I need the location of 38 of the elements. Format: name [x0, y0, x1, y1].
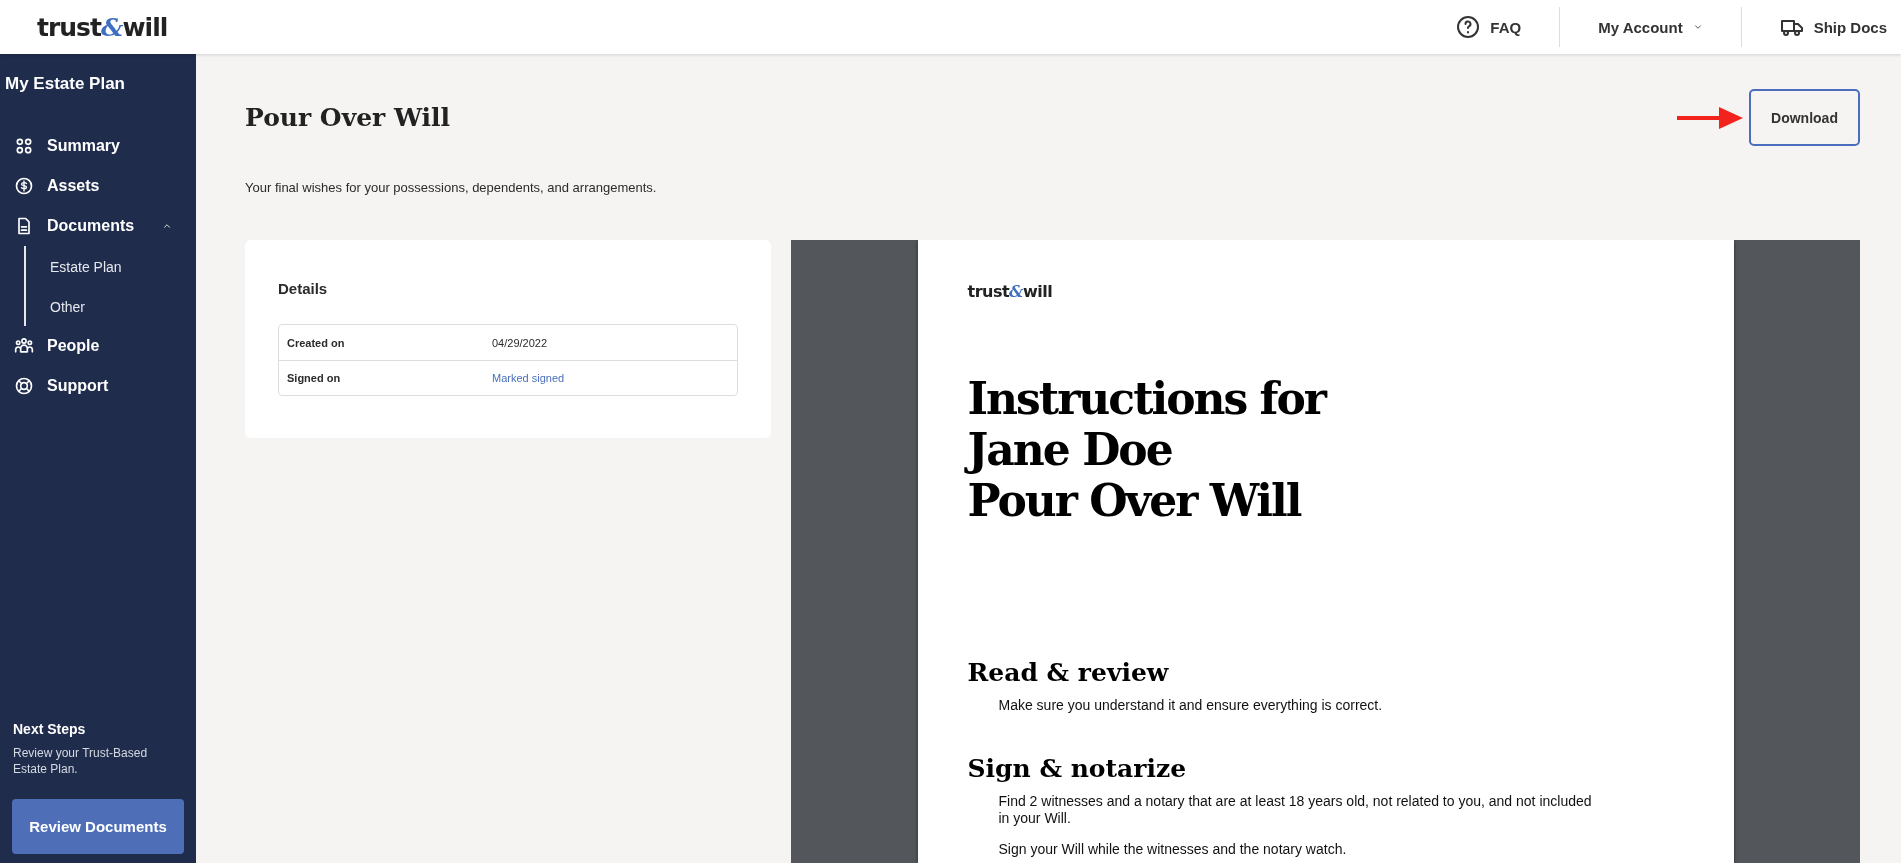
pointer-arrow	[1677, 106, 1743, 129]
sidebar-item[interactable]: Summary	[0, 126, 196, 166]
section-title: Read & review	[967, 658, 1170, 687]
sidebar-item[interactable]: Documents	[0, 206, 196, 246]
download-button[interactable]: Download	[1749, 89, 1860, 146]
sidebar-item[interactable]: People	[0, 326, 196, 366]
sidebar-subitem[interactable]: Estate Plan	[26, 246, 128, 286]
support-icon	[14, 376, 34, 396]
account-menu[interactable]: My Account	[1560, 7, 1741, 47]
section-text: Make sure you understand it and ensure everything is correct.	[998, 697, 1384, 714]
sidebar-item[interactable]: Assets	[0, 166, 196, 206]
faq-link[interactable]: FAQ	[1418, 7, 1560, 47]
page-description: Your final wishes for your possessions, dependents, and arrangements.	[245, 180, 658, 195]
next-steps-title: Next Steps	[12, 721, 87, 737]
section-text: Sign your Will while the witnesses and the notary watch.	[998, 841, 1348, 858]
section-title: Sign & notarize	[967, 754, 1188, 783]
sidebar-item[interactable]: Support	[0, 366, 196, 406]
sidebar-subitem[interactable]: Other	[26, 286, 91, 326]
dollar-icon	[14, 176, 34, 196]
people-icon	[14, 336, 34, 356]
review-documents-button[interactable]: Review Documents	[12, 799, 184, 854]
grid-icon	[14, 136, 34, 156]
next-steps-text: Review your Trust-Based Estate Plan.	[12, 745, 149, 777]
sidebar-title: My Estate Plan	[4, 73, 126, 95]
document-logo: trust&will	[967, 282, 1054, 301]
row-label: Signed on	[287, 372, 342, 384]
chevron-down-icon	[1692, 22, 1703, 32]
card-title: Details	[278, 280, 329, 297]
row-value: 04/29/2022	[492, 336, 548, 349]
section-text: Find 2 witnesses and a notary that are at least 18 years old, not related to you, and not included in your Will.	[998, 793, 1593, 827]
signed-link[interactable]: Marked signed	[492, 372, 565, 384]
document-heading: Pour Over Will	[967, 475, 1301, 526]
row-label: Created on	[287, 336, 346, 349]
page-title: Pour Over Will	[245, 103, 451, 132]
help-icon	[1456, 15, 1481, 39]
ship-docs-link[interactable]: Ship Docs	[1741, 7, 1901, 47]
document-heading: Instructions for	[967, 373, 1326, 424]
logo: trust&will	[37, 12, 168, 42]
